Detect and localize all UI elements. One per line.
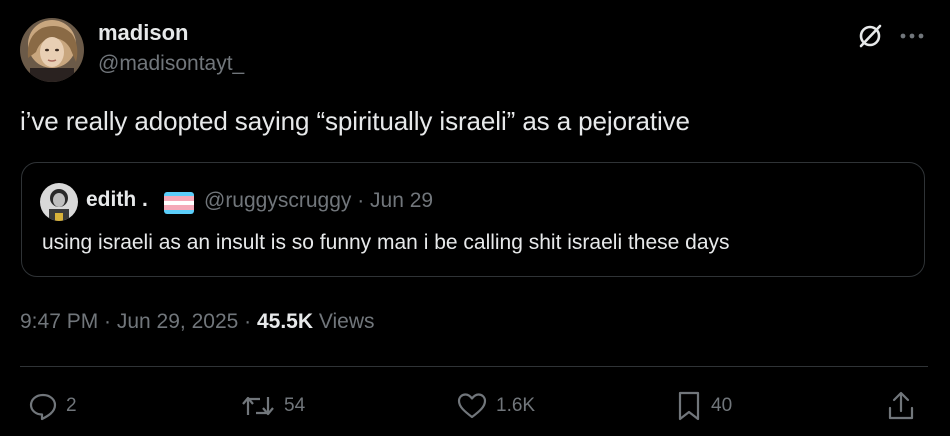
quote-text: using israeli as an insult is so funny m… (42, 231, 730, 254)
more-icon[interactable] (896, 22, 928, 50)
timestamp[interactable]: 9:47 PM · Jun 29, 2025 · (20, 310, 257, 333)
repost-count: 54 (284, 395, 306, 416)
tweet: madison @madisontayt_ i’ve really adopte… (0, 0, 950, 436)
share-icon (886, 390, 916, 422)
bookmark-count: 40 (711, 395, 733, 416)
grok-icon[interactable] (856, 22, 884, 50)
user-handle[interactable]: @madisontayt_ (98, 52, 244, 76)
reply-count: 2 (66, 395, 77, 416)
views-count: 45.5K (256, 310, 314, 333)
bookmark-button[interactable]: 40 (675, 390, 732, 422)
like-button[interactable]: 1.6K (456, 390, 535, 422)
quote-avatar-image (40, 183, 78, 221)
display-name[interactable]: madison (98, 20, 188, 46)
divider (20, 366, 928, 367)
reply-icon (28, 391, 58, 421)
like-count: 1.6K (496, 395, 536, 416)
quote-handle-date[interactable]: @ruggyscruggy · Jun 29 (204, 189, 433, 213)
reply-button[interactable]: 2 (28, 390, 77, 422)
tweet-meta: 9:47 PM · Jun 29, 2025 · 45.5K Views (20, 310, 375, 334)
quote-avatar[interactable] (40, 183, 78, 221)
avatar[interactable] (20, 18, 84, 82)
repost-button[interactable]: 54 (240, 390, 305, 422)
trans-flag-emoji (164, 192, 194, 214)
quoted-tweet[interactable]: edith . @ruggyscruggy · Jun 29 using isr… (21, 162, 925, 277)
like-icon (456, 391, 488, 421)
share-button[interactable] (886, 390, 916, 422)
quote-display-name[interactable]: edith . (86, 188, 148, 212)
bookmark-icon (675, 390, 703, 422)
views-label: Views (313, 310, 375, 333)
tweet-text: i’ve really adopted saying “spiritually … (20, 106, 690, 136)
repost-icon (240, 391, 276, 421)
avatar-image (20, 18, 84, 82)
